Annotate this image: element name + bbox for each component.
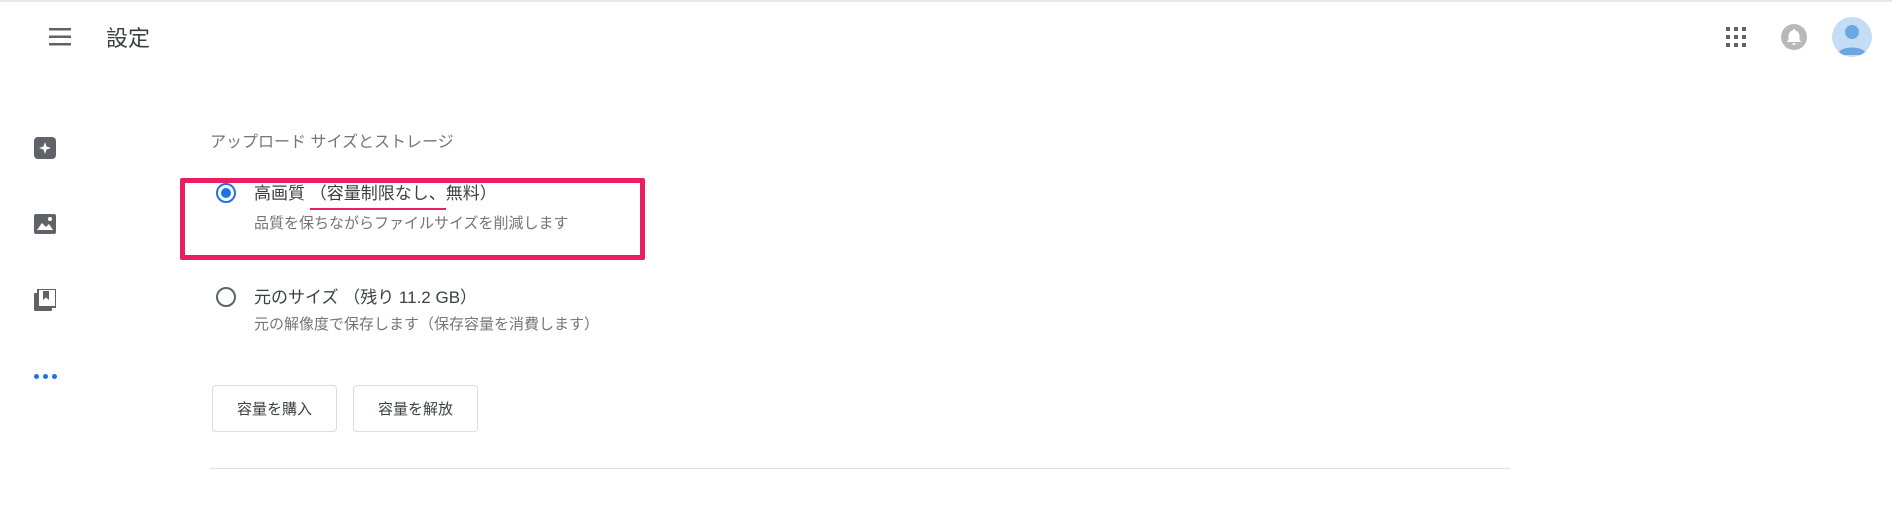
option-title-suffix: 無料） — [446, 180, 497, 207]
avatar-icon — [1832, 17, 1872, 57]
apps-grid-icon — [1726, 27, 1746, 47]
radio-high-quality[interactable] — [216, 183, 236, 203]
free-storage-button[interactable]: 容量を解放 — [353, 385, 478, 432]
option-text: 高画質 （容量制限なし、 無料） 品質を保ちながらファイルサイズを削減します — [254, 180, 569, 236]
bell-icon — [1787, 29, 1801, 45]
bookmark-icon — [34, 289, 56, 311]
radio-original-size[interactable] — [216, 287, 236, 307]
option-original-size[interactable]: 元のサイズ （残り 11.2 GB） 元の解像度で保存します（保存容量を消費しま… — [216, 284, 1510, 337]
sidebar-item-photos[interactable] — [25, 204, 65, 244]
option-title-main: 元のサイズ （残り 11.2 GB） — [254, 284, 477, 311]
divider — [210, 468, 1510, 469]
sidebar-item-albums[interactable] — [25, 280, 65, 320]
menu-button[interactable] — [36, 13, 84, 61]
account-avatar[interactable] — [1832, 17, 1872, 57]
option-desc: 品質を保ちながらファイルサイズを削減します — [254, 212, 569, 236]
page-title: 設定 — [106, 21, 150, 53]
notifications-button[interactable] — [1774, 17, 1814, 57]
main-content: アップロード サイズとストレージ 高画質 （容量制限なし、 無料） 品質を保ちな… — [210, 128, 1510, 469]
button-row: 容量を購入 容量を解放 — [212, 385, 1510, 432]
image-icon — [34, 214, 56, 234]
section-label: アップロード サイズとストレージ — [210, 128, 1510, 152]
option-title: 高画質 （容量制限なし、 無料） — [254, 180, 569, 210]
option-title-underlined: （容量制限なし、 — [310, 180, 446, 210]
sparkle-icon — [34, 137, 56, 159]
buy-storage-button[interactable]: 容量を購入 — [212, 385, 337, 432]
more-dots-icon — [34, 374, 57, 379]
sidebar-item-more[interactable] — [25, 356, 65, 396]
sidebar — [0, 100, 90, 396]
hamburger-icon — [49, 28, 71, 46]
option-title: 元のサイズ （残り 11.2 GB） — [254, 284, 599, 311]
header: 設定 — [0, 2, 1892, 72]
header-right — [1716, 2, 1872, 72]
option-high-quality[interactable]: 高画質 （容量制限なし、 無料） 品質を保ちながらファイルサイズを削減します — [216, 180, 1510, 236]
apps-button[interactable] — [1716, 17, 1756, 57]
option-title-main: 高画質 — [254, 180, 305, 207]
option-desc: 元の解像度で保存します（保存容量を消費します） — [254, 313, 599, 337]
sidebar-item-assistant[interactable] — [25, 128, 65, 168]
bell-circle — [1781, 24, 1807, 50]
option-text: 元のサイズ （残り 11.2 GB） 元の解像度で保存します（保存容量を消費しま… — [254, 284, 599, 337]
